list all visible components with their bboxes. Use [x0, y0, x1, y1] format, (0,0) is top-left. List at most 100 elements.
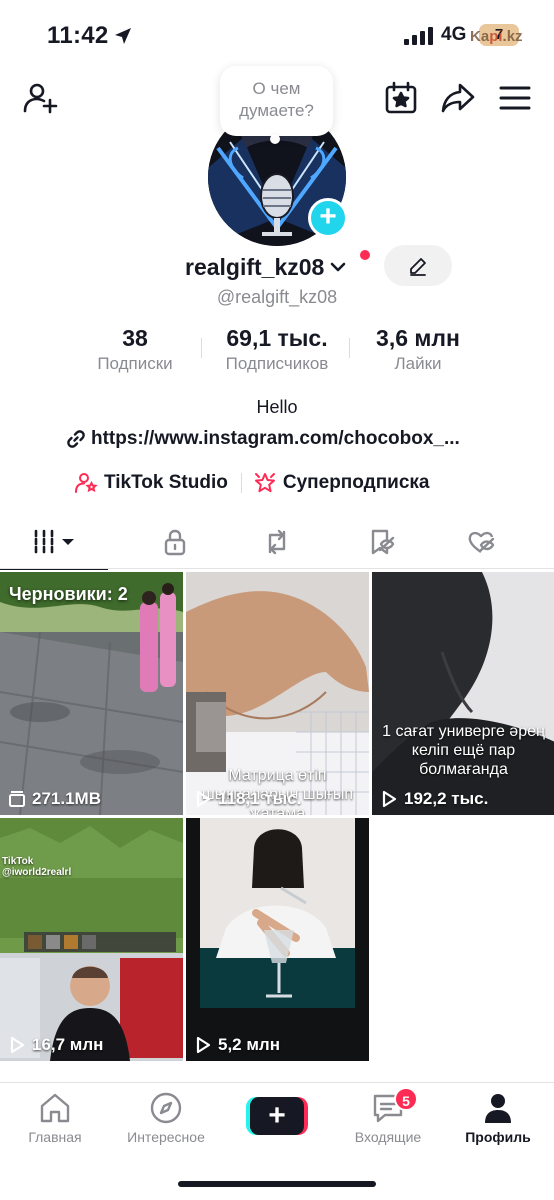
caption-line: Матрица өтіп [228, 767, 327, 784]
super-subscription-label: Суперподписка [282, 472, 430, 493]
bookmark-hidden-icon [371, 529, 395, 555]
stat-divider [349, 338, 350, 358]
pencil-icon [410, 258, 426, 276]
nav-inbox-label: Входящие [354, 1129, 422, 1145]
profile-tabs [0, 520, 554, 570]
tab-private[interactable] [120, 520, 230, 568]
view-count: 192,2 тыс. [380, 789, 488, 809]
nav-profile-label: Профиль [465, 1129, 531, 1145]
view-count-value: 5,2 млн [218, 1035, 280, 1054]
grid-bars-icon [34, 529, 74, 555]
tab-reposts[interactable] [222, 520, 332, 568]
stat-divider [201, 338, 202, 358]
bio-text: Hello [256, 397, 298, 417]
tab-favorites[interactable] [326, 520, 436, 568]
watermark: Kapi.kz [470, 28, 523, 45]
home-icon [40, 1093, 70, 1123]
thought-bubble-tail [270, 134, 280, 144]
view-count-value: 192,2 тыс. [404, 789, 489, 808]
drafts-size: 271.1MB [8, 789, 101, 809]
tiktok-watermark-user: @iworld2realrl [2, 867, 72, 878]
nav-discover[interactable]: Интересное [111, 1091, 221, 1145]
followers-label: Подписчиков [225, 354, 329, 373]
play-icon [10, 1036, 25, 1054]
status-bar: 11:42 4G 7 Kapi.kz [0, 0, 554, 70]
play-icon [382, 790, 397, 808]
drafts-tile[interactable]: Черновики: 2 271.1MB [0, 572, 183, 815]
profile-icon [485, 1094, 511, 1123]
home-indicator [178, 1181, 376, 1187]
create-plus-icon: + [250, 1097, 304, 1135]
username: realgift_kz08 [185, 253, 325, 280]
stat-following[interactable]: 38 Подписки [80, 323, 190, 374]
stat-likes[interactable]: 3,6 млн Лайки [358, 323, 478, 374]
repost-icon [268, 529, 286, 555]
inbox-badge: 5 [394, 1087, 418, 1111]
thought-prompt-bubble[interactable]: О чем думаете? [220, 66, 333, 136]
star-sparkle-icon [254, 473, 275, 493]
edit-profile-button[interactable] [384, 245, 452, 286]
status-time: 11:42 [47, 22, 109, 49]
compass-icon [150, 1092, 182, 1124]
video-thumbnail [0, 818, 183, 1061]
profile-link[interactable]: https://www.instagram.com/chocobox_... [66, 428, 460, 450]
tiktok-watermark: TikTok @iworld2realrl [2, 856, 71, 878]
watermark-accent: pi [489, 28, 503, 45]
watermark-prefix: Ka [470, 28, 490, 45]
tiktok-studio-label: TikTok Studio [104, 472, 228, 493]
share-arrow-icon[interactable] [440, 80, 476, 116]
stat-followers[interactable]: 69,1 тыс. Подписчиков [210, 323, 344, 374]
video-caption: 1 сағат универге әрең келіп ещё пар болм… [372, 722, 554, 779]
play-icon [196, 1036, 211, 1054]
chevron-down-icon [331, 262, 346, 272]
tab-liked[interactable] [426, 520, 536, 568]
caption-line: болмағанда [419, 761, 508, 778]
lock-icon [164, 529, 186, 556]
view-count: 118,1 тыс. [194, 789, 301, 809]
following-count: 38 [122, 325, 148, 351]
add-friend-icon[interactable] [22, 80, 58, 116]
nav-home-label: Главная [28, 1129, 82, 1145]
heart-hidden-icon [468, 531, 495, 553]
view-count: 5,2 млн [194, 1035, 280, 1055]
nav-home[interactable]: Главная [0, 1091, 110, 1145]
video-thumbnail [186, 818, 369, 1061]
followers-count: 69,1 тыс. [226, 325, 328, 351]
tabs-divider [0, 568, 554, 569]
video-tile[interactable]: 5,2 млн [186, 818, 369, 1061]
super-subscription-chip[interactable]: Суперподписка [253, 471, 430, 495]
tiktok-watermark-brand: TikTok [2, 856, 34, 867]
view-count-value: 16,7 млн [32, 1035, 104, 1054]
add-avatar-button[interactable]: + [308, 198, 348, 238]
likes-count: 3,6 млн [376, 325, 460, 351]
view-count: 16,7 млн [8, 1035, 103, 1055]
caption-line: келіп ещё пар [411, 742, 516, 759]
create-button[interactable]: + [246, 1097, 308, 1135]
calendar-star-icon[interactable] [383, 80, 419, 116]
tiktok-studio-chip[interactable]: TikTok Studio [74, 471, 228, 495]
username-row[interactable]: realgift_kz08 [185, 252, 348, 282]
video-thumbnail [0, 572, 183, 815]
video-tile[interactable]: TikTok @iworld2realrl 16,7 млн [0, 818, 183, 1061]
drafts-folder-icon [9, 791, 25, 807]
link-icon [67, 430, 85, 448]
hamburger-menu-icon[interactable] [497, 80, 533, 116]
view-count-value: 118,1 тыс. [218, 789, 302, 808]
drafts-size-value: 271.1MB [32, 789, 101, 808]
drafts-label: Черновики: 2 [9, 584, 128, 604]
profile-link-text: https://www.instagram.com/chocobox_... [91, 428, 460, 449]
play-icon [196, 790, 211, 808]
network-type: 4G [441, 24, 467, 45]
person-star-icon [75, 473, 98, 493]
watermark-suffix: .kz [502, 28, 523, 45]
video-tile[interactable]: Матрица өтіп шықпаларын шығып жатама 118… [186, 572, 369, 815]
nav-profile[interactable]: Профиль [443, 1091, 553, 1145]
nav-inbox[interactable]: 5 Входящие [333, 1087, 443, 1145]
account-notification-dot [360, 250, 370, 260]
location-arrow-icon [115, 28, 131, 44]
video-tile[interactable]: 1 сағат универге әрең келіп ещё пар болм… [372, 572, 554, 815]
tab-videos[interactable] [0, 520, 110, 570]
nav-discover-label: Интересное [127, 1129, 205, 1145]
chip-divider [240, 473, 242, 493]
following-label: Подписки [97, 354, 173, 373]
